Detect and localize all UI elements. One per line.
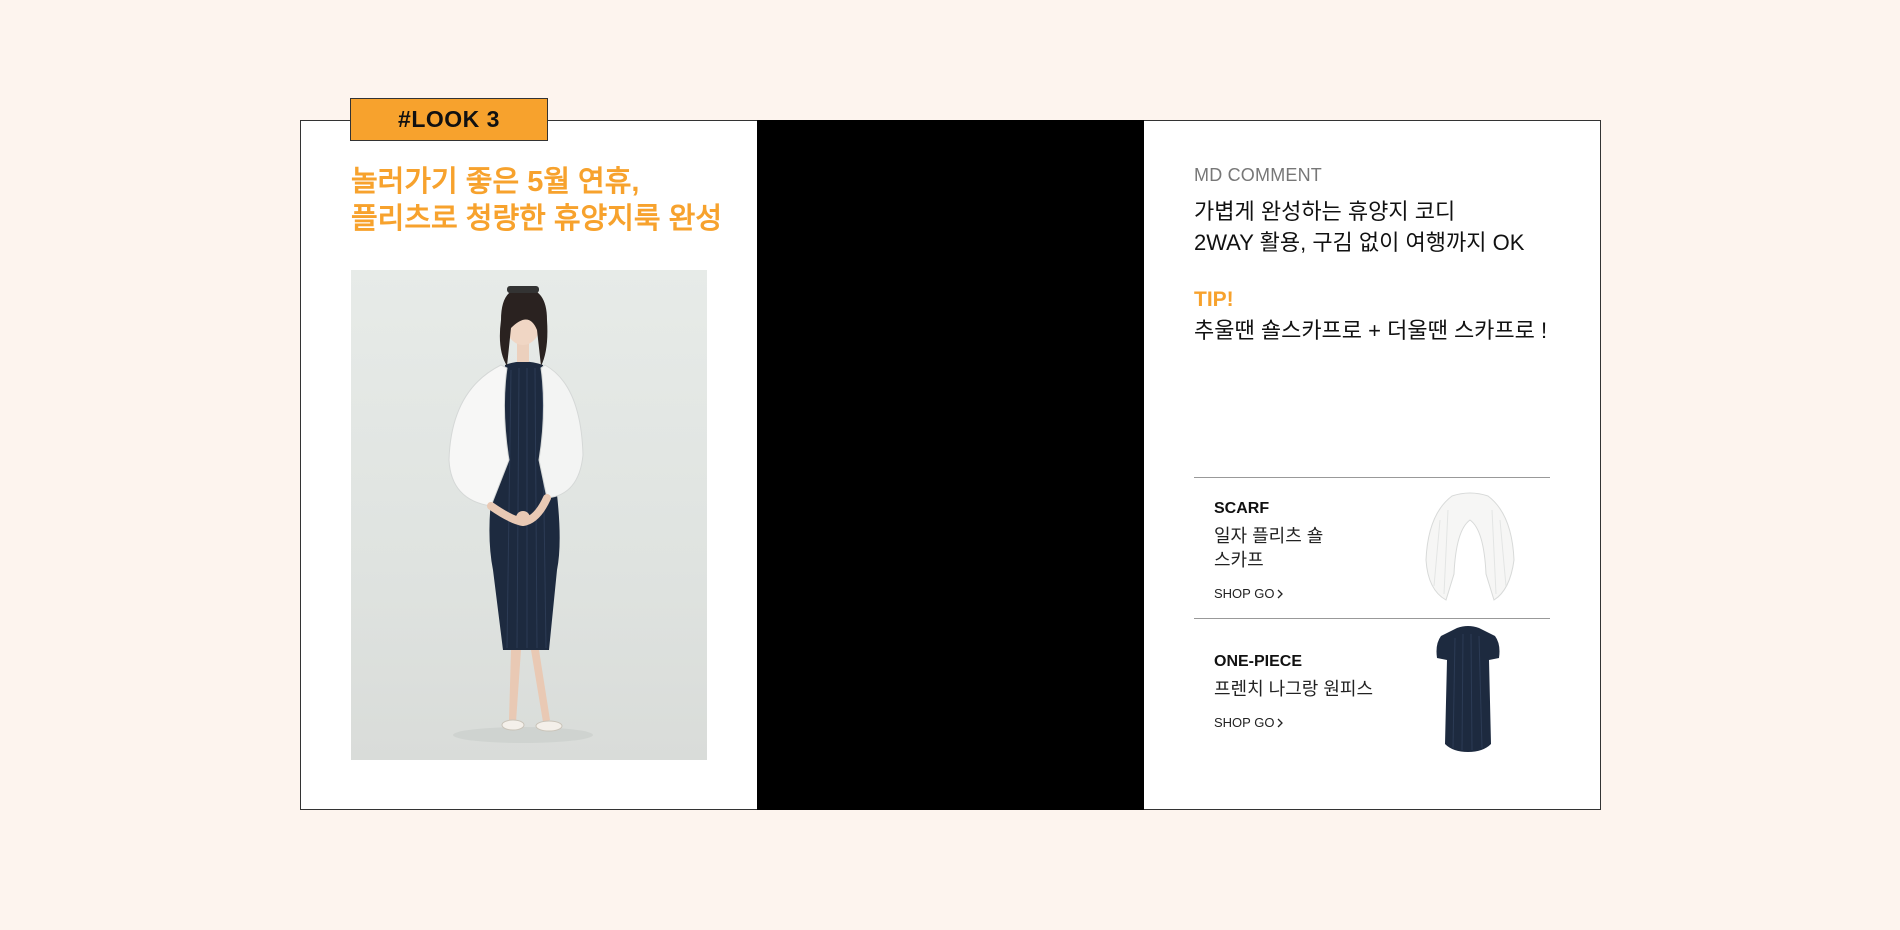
shop-go-label: SHOP GO [1214, 715, 1275, 730]
chevron-right-icon [1277, 589, 1284, 598]
chevron-right-icon [1277, 718, 1284, 727]
md-comment-line-1: 가볍게 완성하는 휴양지 코디 [1194, 199, 1456, 224]
video-player-area[interactable] [757, 120, 1144, 810]
look-tag: #LOOK 3 [350, 98, 548, 141]
model-illustration [448, 286, 593, 743]
tip-text: 추울땐 숄스카프로 + 더울땐 스카프로 ! [1194, 318, 1548, 343]
product-divider-2 [1194, 618, 1550, 619]
md-comment-text: 가볍게 완성하는 휴양지 코디 2WAY 활용, 구김 없이 여행까지 OK [1194, 196, 1574, 258]
tip-label: TIP! [1194, 288, 1234, 311]
product-divider-1 [1194, 477, 1550, 478]
look-title: 놀러가기 좋은 5월 연휴, 플리츠로 청량한 휴양지룩 완성 [351, 164, 751, 238]
model-photo [351, 270, 707, 760]
dress-thumbnail[interactable] [1433, 624, 1503, 756]
md-comment-line-2: 2WAY 활용, 구김 없이 여행까지 OK [1194, 230, 1525, 255]
scarf-thumbnail[interactable] [1420, 490, 1520, 608]
look-title-line-1: 놀러가기 좋은 5월 연휴, [351, 166, 640, 198]
shop-go-label: SHOP GO [1214, 586, 1275, 601]
look-title-line-2: 플리츠로 청량한 휴양지룩 완성 [351, 203, 723, 235]
md-comment-label: MD COMMENT [1194, 165, 1322, 185]
